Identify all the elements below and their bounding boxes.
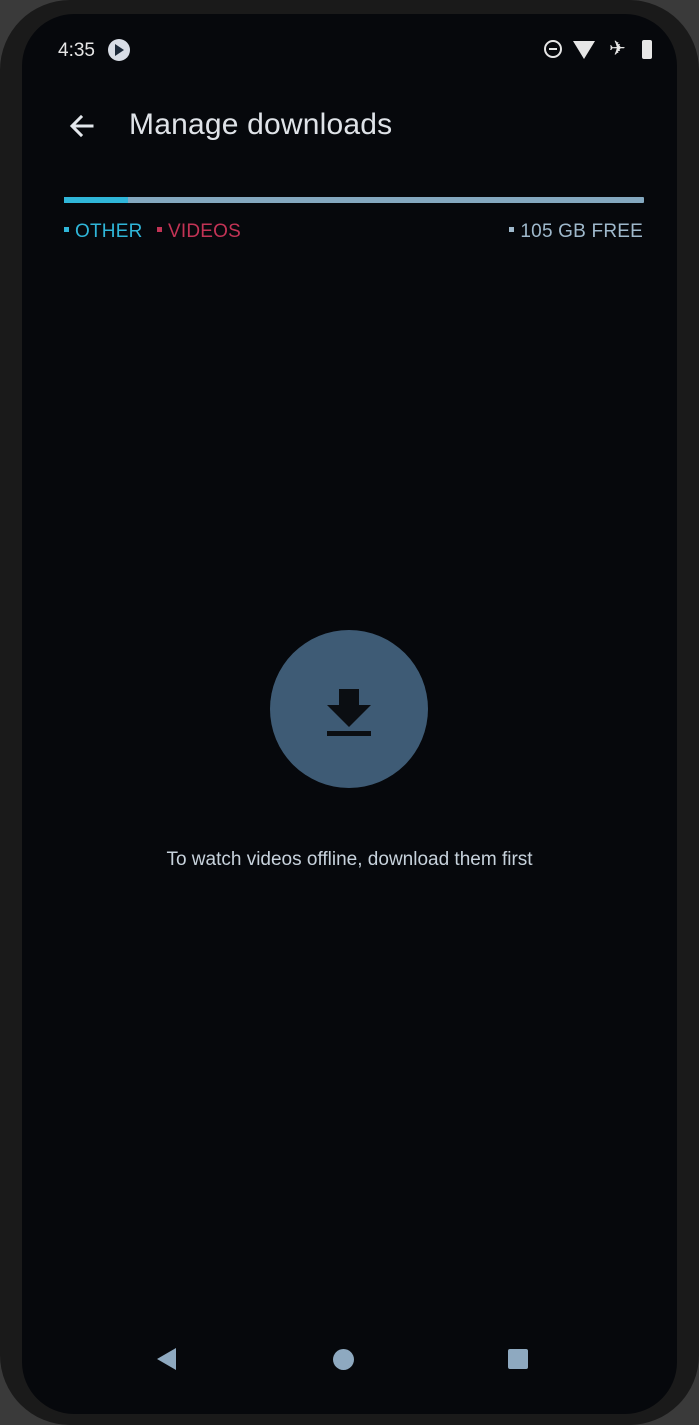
empty-state-message: To watch videos offline, download them f… — [166, 849, 533, 870]
legend-videos: VIDEOS — [157, 221, 241, 243]
wifi-icon — [573, 41, 595, 59]
nav-back-button[interactable] — [157, 1348, 176, 1370]
status-time: 4:35 — [58, 40, 95, 61]
nav-recents-button[interactable] — [508, 1349, 528, 1369]
download-illustration — [270, 630, 428, 788]
app-notification-icon — [108, 39, 130, 61]
download-icon — [327, 689, 371, 736]
legend-videos-swatch — [157, 227, 162, 233]
legend-videos-label: VIDEOS — [168, 221, 241, 242]
arrow-back-icon — [69, 114, 94, 138]
storage-other-fill — [64, 197, 128, 203]
legend-free: 105 GB FREE — [509, 221, 643, 243]
storage-bar — [64, 197, 644, 203]
do-not-disturb-icon — [544, 40, 562, 58]
legend-other-swatch — [64, 227, 69, 233]
screen: 4:35 ✈ Manage downloads OTHER VIDEOS 105… — [22, 14, 677, 1414]
status-bar: 4:35 ✈ — [22, 14, 677, 84]
legend-free-swatch — [509, 227, 515, 233]
legend-free-label: 105 GB FREE — [520, 221, 643, 242]
battery-icon — [642, 40, 652, 59]
back-button[interactable] — [62, 106, 102, 146]
airplane-icon: ✈ — [609, 36, 626, 60]
phone-device: 4:35 ✈ Manage downloads OTHER VIDEOS 105… — [0, 0, 699, 1425]
legend-other: OTHER — [64, 221, 143, 243]
page-title: Manage downloads — [129, 108, 393, 141]
nav-home-button[interactable] — [333, 1349, 354, 1370]
legend-other-label: OTHER — [75, 221, 143, 242]
